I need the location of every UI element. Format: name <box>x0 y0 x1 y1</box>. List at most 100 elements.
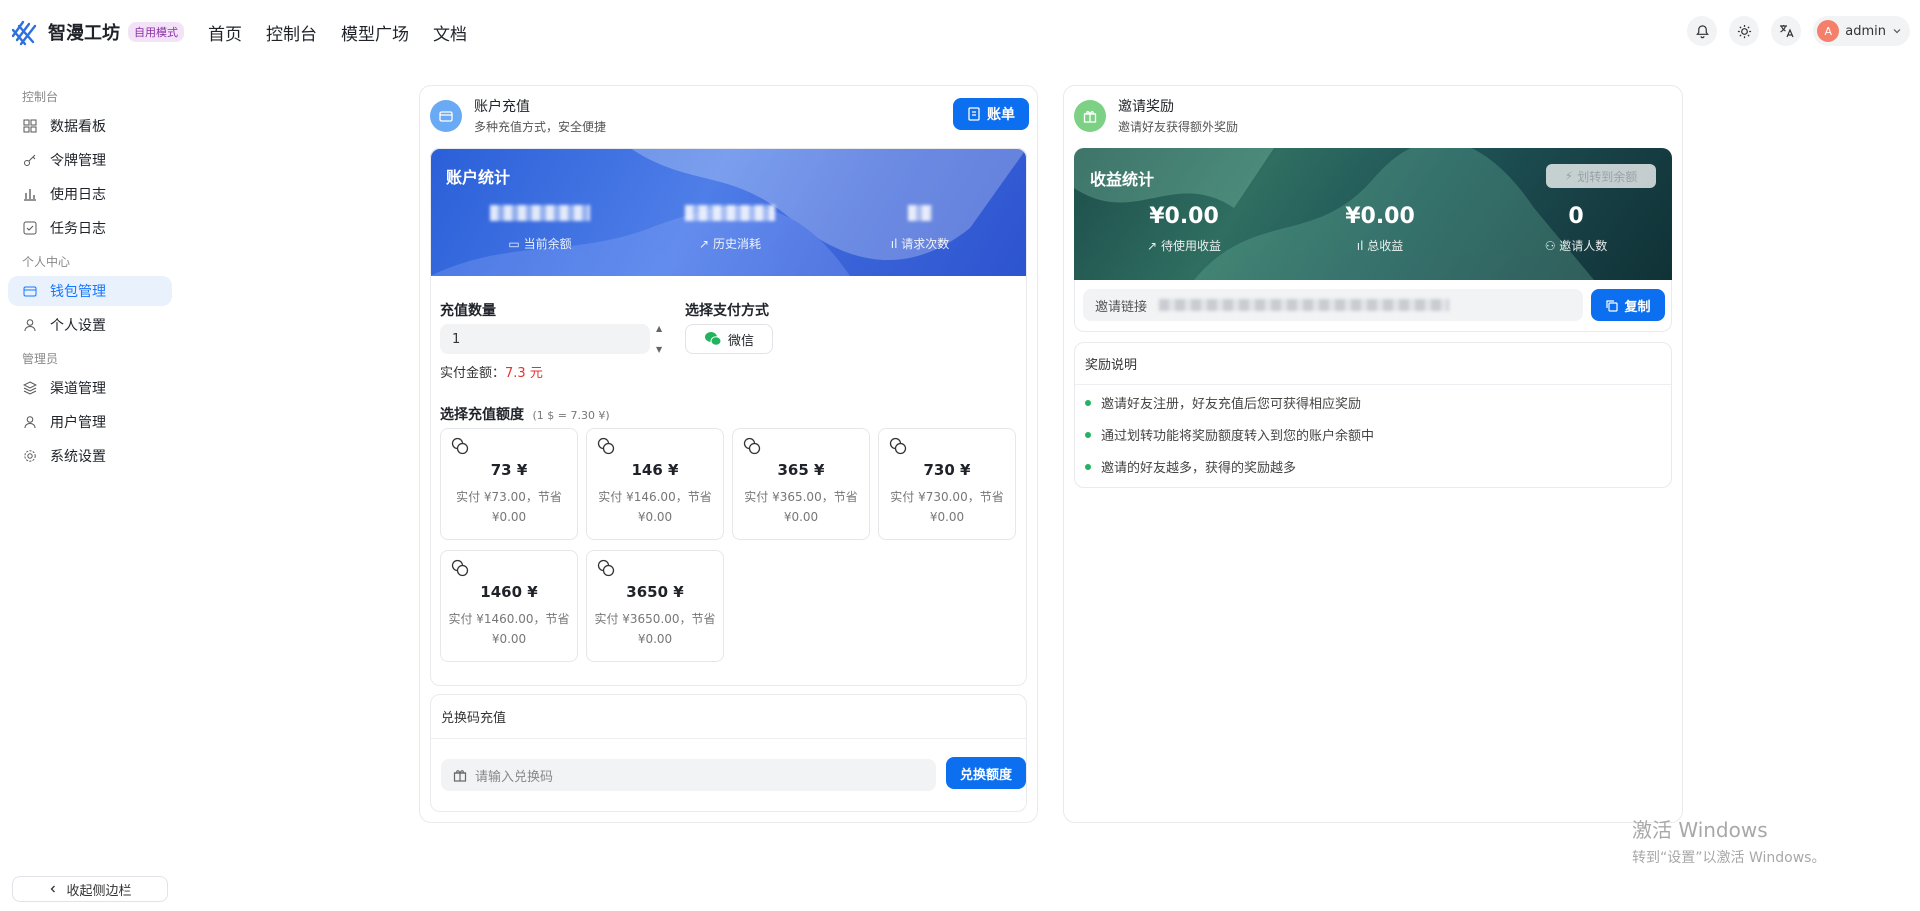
translate-icon[interactable] <box>1771 16 1802 46</box>
wallet-small-icon: ▭ <box>508 237 520 251</box>
account-stats-banner: 账户统计 ▭ 当前余额 ↗ 历史消耗 ıl 请求次数 <box>430 148 1027 276</box>
pending-earnings-value: ¥0.00 <box>1149 204 1219 229</box>
stat-history-label: 历史消耗 <box>712 237 761 251</box>
sidebar-item-label: 令牌管理 <box>50 153 106 169</box>
blurred-requests-value <box>908 205 932 221</box>
amount-value: 365 ¥ <box>777 461 825 479</box>
amount-option-73[interactable]: 73 ¥ 实付 ¥73.00，节省 ¥0.00 <box>440 428 578 540</box>
coins-icon <box>451 437 469 455</box>
wallet-icon <box>22 283 38 299</box>
amount-desc: 实付 ¥1460.00，节省 ¥0.00 <box>448 612 570 646</box>
redeem-section: 兑换码充值 请输入兑换码 兑换额度 <box>430 694 1027 812</box>
sidebar-item-tokens[interactable]: 令牌管理 <box>8 145 172 175</box>
quantity-stepper[interactable]: ▲ ▼ <box>656 324 668 354</box>
user-icon <box>22 414 38 430</box>
amount-option-365[interactable]: 365 ¥ 实付 ¥365.00，节省 ¥0.00 <box>732 428 870 540</box>
chevron-left-icon <box>51 885 56 893</box>
reward-rule-item: 邀请好友注册，好友充值后您可获得相应奖励 <box>1085 393 1361 412</box>
user-menu[interactable]: A admin <box>1813 16 1910 46</box>
copy-button[interactable]: 复制 <box>1591 289 1665 321</box>
wechat-pay-button[interactable]: 微信 <box>685 324 773 354</box>
sidebar-item-label: 个人设置 <box>50 318 106 334</box>
avatar: A <box>1817 20 1840 42</box>
redeem-code-placeholder: 请输入兑换码 <box>475 769 554 785</box>
bill-button[interactable]: 账单 <box>953 98 1029 130</box>
reward-rule-text: 通过划转功能将奖励额度转入到您的账户余额中 <box>1101 429 1375 444</box>
collapse-sidebar-button[interactable]: 收起侧边栏 <box>12 876 168 902</box>
stepper-down-icon[interactable]: ▼ <box>656 345 668 354</box>
amount-label: 选择充值额度 <box>440 407 524 423</box>
transfer-button-label: 划转到余额 <box>1577 169 1638 184</box>
bar-chart-small-icon: ıl <box>890 237 898 251</box>
green-dot-icon <box>1085 463 1091 470</box>
redeem-code-input[interactable]: 请输入兑换码 <box>441 759 936 791</box>
bell-icon[interactable] <box>1687 16 1718 46</box>
user-icon <box>22 317 38 333</box>
sidebar-item-usage-logs[interactable]: 使用日志 <box>8 179 172 209</box>
total-earnings-label: 总收益 <box>1367 239 1404 253</box>
exchange-rate-note: (1 $ = 7.30 ¥) <box>532 409 610 422</box>
brand-logo-icon[interactable] <box>8 15 42 49</box>
user-name: admin <box>1845 23 1886 39</box>
stat-requests: ıl 请求次数 <box>850 202 990 252</box>
invite-link-field[interactable]: 邀请链接 <box>1083 289 1583 321</box>
redeem-button[interactable]: 兑换额度 <box>946 757 1026 789</box>
stat-balance-label: 当前余额 <box>523 237 572 251</box>
amount-desc: 实付 ¥365.00，节省 ¥0.00 <box>744 490 858 524</box>
coins-icon <box>889 437 907 455</box>
amount-option-730[interactable]: 730 ¥ 实付 ¥730.00，节省 ¥0.00 <box>878 428 1016 540</box>
sidebar-item-dashboard[interactable]: 数据看板 <box>8 111 172 141</box>
layers-icon <box>22 380 38 396</box>
transfer-to-balance-button[interactable]: ⚡ 划转到余额 <box>1546 164 1656 188</box>
gift-header-icon <box>1074 99 1106 132</box>
stat-invite-count: 0 ⚇ 邀请人数 <box>1496 204 1656 254</box>
invite-link-label: 邀请链接 <box>1095 299 1148 315</box>
trend-up-icon: ↗ <box>1147 239 1158 253</box>
copy-button-label: 复制 <box>1624 299 1651 315</box>
stepper-up-icon[interactable]: ▲ <box>656 324 668 333</box>
amount-option-1460[interactable]: 1460 ¥ 实付 ¥1460.00，节省 ¥0.00 <box>440 550 578 662</box>
nav-home[interactable]: 首页 <box>208 20 242 45</box>
nav-console[interactable]: 控制台 <box>266 20 317 45</box>
trend-up-icon: ↗ <box>699 237 710 251</box>
top-right-actions: A admin <box>1687 16 1910 46</box>
stat-total-earnings: ¥0.00 ıl 总收益 <box>1300 204 1460 254</box>
sun-icon[interactable] <box>1729 16 1760 46</box>
gift-icon <box>453 770 467 782</box>
earnings-title: 收益统计 <box>1090 170 1155 189</box>
amount-option-146[interactable]: 146 ¥ 实付 ¥146.00，节省 ¥0.00 <box>586 428 724 540</box>
actual-amount-value: 7.3 元 <box>505 366 543 381</box>
bar-chart-small-icon: ıl <box>1356 239 1364 253</box>
sidebar-item-system-settings[interactable]: 系统设置 <box>8 441 172 471</box>
sidebar-item-profile[interactable]: 个人设置 <box>8 310 172 340</box>
green-dot-icon <box>1085 431 1091 438</box>
recharge-title: 账户充值 <box>474 99 530 115</box>
sidebar-item-channels[interactable]: 渠道管理 <box>8 373 172 403</box>
chevron-down-icon <box>1893 29 1901 34</box>
stat-balance: ▭ 当前余额 <box>470 202 610 252</box>
reward-rules-panel: 奖励说明 邀请好友注册，好友充值后您可获得相应奖励 通过划转功能将奖励额度转入到… <box>1074 342 1672 488</box>
transfer-icon: ⚡ <box>1564 169 1574 183</box>
nav-model-market[interactable]: 模型广场 <box>341 20 409 45</box>
nav-docs[interactable]: 文档 <box>433 20 467 45</box>
sidebar-item-wallet[interactable]: 钱包管理 <box>8 276 172 306</box>
blurred-history-value <box>685 205 775 221</box>
invite-card-header: 邀请奖励 邀请好友获得额外奖励 <box>1064 86 1682 145</box>
quantity-input[interactable]: 1 <box>440 324 650 354</box>
amount-option-3650[interactable]: 3650 ¥ 实付 ¥3650.00，节省 ¥0.00 <box>586 550 724 662</box>
coins-icon <box>451 559 469 577</box>
users-icon: ⚇ <box>1544 239 1556 253</box>
invite-link-row: 邀请链接 复制 <box>1074 280 1672 332</box>
reward-rules-title: 奖励说明 <box>1075 343 1671 385</box>
sidebar-item-users[interactable]: 用户管理 <box>8 407 172 437</box>
sidebar-item-task-logs[interactable]: 任务日志 <box>8 213 172 243</box>
recharge-card: 账户充值 多种充值方式，安全便捷 账单 账户统计 ▭ 当前余额 ↗ 历史消耗 ı… <box>419 85 1038 823</box>
sidebar-item-label: 渠道管理 <box>50 381 106 397</box>
wechat-icon <box>704 332 722 346</box>
brand-name[interactable]: 智漫工坊 <box>48 19 120 45</box>
coins-icon <box>597 559 615 577</box>
credit-card-icon <box>430 99 462 132</box>
mode-badge: 自用模式 <box>128 22 184 42</box>
bill-button-label: 账单 <box>987 107 1015 123</box>
wechat-pay-label: 微信 <box>727 333 754 349</box>
